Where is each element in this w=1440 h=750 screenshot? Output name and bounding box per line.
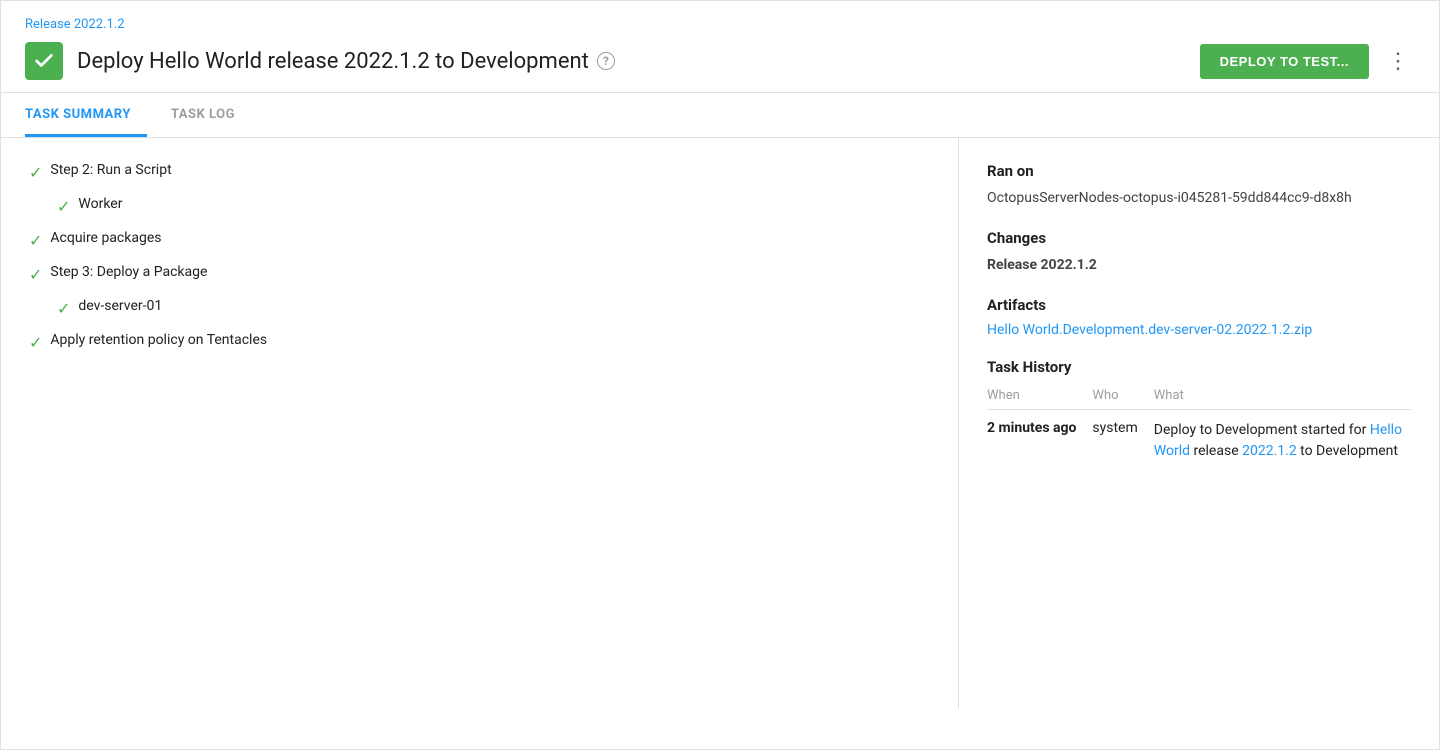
col-when: When — [987, 388, 1092, 410]
what-link-release[interactable]: 2022.1.2 — [1242, 443, 1297, 459]
list-item: ✓ Step 2: Run a Script — [29, 162, 930, 182]
history-table-header-row: When Who What — [987, 388, 1411, 410]
tab-task-log[interactable]: TASK LOG — [171, 93, 251, 137]
list-item: ✓ Apply retention policy on Tentacles — [29, 332, 930, 352]
artifacts-section: Artifacts Hello World.Development.dev-se… — [987, 296, 1411, 338]
check-icon: ✓ — [29, 265, 42, 284]
breadcrumb[interactable]: Release 2022.1.2 — [25, 17, 1415, 32]
tab-task-summary[interactable]: TASK SUMMARY — [25, 93, 147, 137]
check-icon: ✓ — [29, 231, 42, 250]
title-left: Deploy Hello World release 2022.1.2 to D… — [25, 42, 615, 80]
title-row: Deploy Hello World release 2022.1.2 to D… — [25, 42, 1415, 80]
artifact-link[interactable]: Hello World.Development.dev-server-02.20… — [987, 322, 1312, 338]
check-icon: ✓ — [57, 197, 70, 216]
ran-on-label: Ran on — [987, 162, 1411, 180]
artifacts-label: Artifacts — [987, 296, 1411, 314]
page-wrapper: Release 2022.1.2 Deploy Hello World rele… — [0, 0, 1440, 750]
changes-value: Release 2022.1.2 — [987, 255, 1411, 276]
changes-release: Release 2022.1.2 — [987, 257, 1097, 273]
history-table-body: 2 minutes ago system Deploy to Developme… — [987, 410, 1411, 463]
check-icon: ✓ — [29, 333, 42, 352]
history-table-head: When Who What — [987, 388, 1411, 410]
deploy-to-test-button[interactable]: DEPLOY TO TEST... — [1200, 44, 1369, 79]
what-middle: release — [1190, 443, 1242, 459]
step-label: Step 2: Run a Script — [50, 162, 171, 178]
col-what: What — [1154, 388, 1411, 410]
check-icon: ✓ — [57, 299, 70, 318]
step-list: ✓ Step 2: Run a Script ✓ Worker ✓ Acquir… — [29, 162, 930, 352]
content-area: ✓ Step 2: Run a Script ✓ Worker ✓ Acquir… — [1, 138, 1439, 708]
changes-label: Changes — [987, 229, 1411, 247]
col-who: Who — [1092, 388, 1153, 410]
history-what: Deploy to Development started for Hello … — [1154, 410, 1411, 463]
what-prefix: Deploy to Development started for — [1154, 422, 1370, 438]
table-row: 2 minutes ago system Deploy to Developme… — [987, 410, 1411, 463]
artifact-link-wrapper: Hello World.Development.dev-server-02.20… — [987, 322, 1411, 338]
history-table: When Who What 2 minutes ago system Deplo… — [987, 388, 1411, 462]
title-text: Deploy Hello World release 2022.1.2 to D… — [77, 49, 589, 74]
left-panel: ✓ Step 2: Run a Script ✓ Worker ✓ Acquir… — [1, 138, 959, 708]
check-icon: ✓ — [29, 163, 42, 182]
more-options-button[interactable]: ⋮ — [1381, 44, 1415, 78]
page-title: Deploy Hello World release 2022.1.2 to D… — [77, 49, 615, 74]
step-label: Step 3: Deploy a Package — [50, 264, 207, 280]
history-when: 2 minutes ago — [987, 410, 1092, 463]
step-label: dev-server-01 — [78, 298, 162, 314]
history-who: system — [1092, 410, 1153, 463]
list-item: ✓ Worker — [29, 196, 930, 216]
task-history-label: Task History — [987, 358, 1411, 376]
page-header: Release 2022.1.2 Deploy Hello World rele… — [1, 1, 1439, 93]
check-icon — [33, 50, 55, 72]
title-right: DEPLOY TO TEST... ⋮ — [1200, 44, 1415, 79]
list-item: ✓ Acquire packages — [29, 230, 930, 250]
status-icon-box — [25, 42, 63, 80]
what-suffix: to Development — [1297, 443, 1398, 459]
task-history-section: Task History When Who What 2 minutes ago… — [987, 358, 1411, 462]
ran-on-value: OctopusServerNodes-octopus-i045281-59dd8… — [987, 188, 1411, 209]
list-item: ✓ Step 3: Deploy a Package — [29, 264, 930, 284]
step-label: Acquire packages — [50, 230, 161, 246]
list-item: ✓ dev-server-01 — [29, 298, 930, 318]
right-panel: Ran on OctopusServerNodes-octopus-i04528… — [959, 138, 1439, 708]
tabs-bar: TASK SUMMARY TASK LOG — [1, 93, 1439, 138]
step-label: Worker — [78, 196, 122, 212]
step-label: Apply retention policy on Tentacles — [50, 332, 267, 348]
help-icon[interactable]: ? — [597, 52, 615, 70]
